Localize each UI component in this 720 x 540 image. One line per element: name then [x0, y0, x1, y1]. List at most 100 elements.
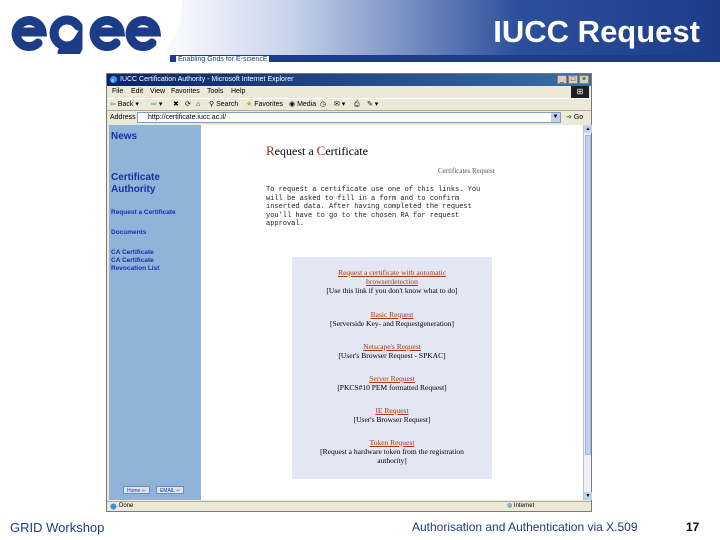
forward-arrow-icon: ⇨: [151, 101, 157, 108]
section-label: Certificates Request: [438, 167, 495, 175]
back-arrow-icon: ⇦: [110, 101, 116, 108]
instructions-line: you'll have to go to the chosen RA for r…: [266, 211, 460, 220]
sidebar-footer: Home ⇐ EMAIL ⇐: [123, 486, 185, 494]
footer-topic: Authorisation and Authentication via X.5…: [412, 520, 638, 534]
egee-logo: [11, 15, 162, 54]
heading-initial-r: R: [266, 143, 275, 158]
menu-view[interactable]: View: [150, 87, 165, 97]
status-bar: Done ◍ Internet: [107, 501, 591, 511]
request-options-panel: Request a certificate with automatic bro…: [292, 257, 492, 479]
request-netscape-link[interactable]: Netscape's Request: [292, 342, 492, 351]
page-number: 17: [686, 520, 700, 534]
address-dropdown-icon[interactable]: ▼: [551, 113, 560, 122]
request-basic-link[interactable]: Basic Request: [292, 310, 492, 319]
svg-text:e: e: [111, 77, 114, 84]
sidebar-item-documents[interactable]: Documents: [111, 229, 146, 236]
menu-tools[interactable]: Tools: [207, 87, 223, 97]
close-button[interactable]: ×: [579, 75, 589, 84]
go-button[interactable]: ➔ Go: [566, 113, 583, 122]
internet-explorer-icon: e: [109, 75, 118, 84]
forward-button[interactable]: ⇨ ▾: [151, 100, 162, 110]
page-viewport: News Certificate Authority Request a Cer…: [109, 125, 583, 500]
request-token: Token Request [Request a hardware token …: [292, 438, 492, 465]
request-auto-desc: [Use this link if you don't know what to…: [326, 286, 458, 295]
scroll-thumb[interactable]: [585, 135, 591, 455]
sidebar-item-ca-revocation-1[interactable]: CA Certificate: [111, 257, 154, 264]
edit-icon[interactable]: ✎ ▾: [367, 100, 378, 110]
address-input[interactable]: http://certificate.iucc.ac.il/ ▼: [137, 112, 561, 123]
mail-icon[interactable]: ✉ ▾: [334, 100, 345, 110]
stop-icon[interactable]: ✖: [173, 100, 179, 110]
security-zone: ◍ Internet: [507, 502, 534, 511]
home-label: Home: [127, 488, 141, 494]
request-basic: Basic Request [Serverside Key- and Reque…: [292, 310, 492, 328]
media-icon: ◉: [289, 101, 296, 108]
scroll-down-icon[interactable]: ▼: [584, 492, 592, 500]
instructions-line: inserted data. After having completed th…: [266, 203, 472, 211]
search-icon: ⚲: [209, 101, 215, 108]
sidebar-item-ca-revocation-2[interactable]: Revocation List: [111, 265, 159, 272]
status-text: Done: [119, 503, 134, 509]
heading-rest: ertificate: [325, 144, 368, 158]
request-netscape-desc: [User's Browser Request - SPKAC]: [338, 351, 446, 360]
vertical-scrollbar[interactable]: ▲ ▼: [583, 125, 592, 500]
sidebar: News Certificate Authority Request a Cer…: [109, 125, 201, 500]
request-auto: Request a certificate with automatic bro…: [292, 268, 492, 295]
minimize-button[interactable]: _: [557, 75, 567, 84]
address-label: Address: [110, 114, 136, 121]
instructions-line: To request a certificate use one of this…: [266, 186, 481, 194]
menu-help[interactable]: Help: [231, 87, 245, 97]
email-link[interactable]: EMAIL ⇐: [155, 486, 185, 494]
page-heading: Request a Certificate: [266, 143, 368, 159]
sidebar-item-certificate-authority-2[interactable]: Authority: [111, 184, 155, 195]
home-link[interactable]: Home ⇐: [123, 486, 150, 494]
history-icon[interactable]: ◷: [320, 100, 326, 110]
sidebar-item-certificate-authority-1[interactable]: Certificate: [111, 172, 160, 183]
instructions-line: will be asked to fill in a form and to c…: [266, 194, 460, 203]
request-server-desc: [PKCS#10 PEM formatted Request]: [337, 383, 447, 392]
slide-title: IUCC Request: [493, 14, 700, 49]
scroll-up-icon[interactable]: ▲: [584, 125, 592, 133]
menu-edit[interactable]: Edit: [131, 87, 143, 97]
print-icon[interactable]: ⎙: [354, 100, 360, 110]
menu-favorites[interactable]: Favorites: [171, 87, 200, 97]
right-arrow-icon: ⇐: [176, 488, 181, 494]
window-titlebar[interactable]: e IUCC Certification Authority - Microso…: [107, 74, 591, 86]
request-netscape: Netscape's Request [User's Browser Reque…: [292, 342, 492, 360]
favorites-button[interactable]: ★ Favorites: [246, 100, 283, 110]
left-arrow-icon: ⇐: [141, 488, 146, 494]
request-server-link[interactable]: Server Request: [292, 374, 492, 383]
media-label: Media: [297, 101, 317, 108]
content-area: Request a Certificate Certificates Reque…: [201, 125, 583, 500]
back-button[interactable]: ⇦ Back ▾: [110, 100, 139, 110]
browser-window: e IUCC Certification Authority - Microso…: [106, 73, 592, 512]
footer-workshop: GRID Workshop: [10, 520, 105, 535]
windows-logo-icon: ⊞: [571, 86, 589, 98]
favorites-label: Favorites: [254, 101, 284, 108]
sidebar-item-ca-certificate[interactable]: CA Certificate: [111, 249, 154, 256]
media-button[interactable]: ◉ Media: [289, 100, 316, 110]
request-auto-link-line2[interactable]: browserdetection: [292, 277, 492, 286]
zone-label: Internet: [513, 503, 535, 509]
search-button[interactable]: ⚲ Search: [209, 100, 238, 110]
maximize-button[interactable]: □: [568, 75, 578, 84]
request-basic-desc: [Serverside Key- and Requestgeneration]: [330, 319, 454, 328]
request-ie: IE Request [User's Browser Request]: [292, 406, 492, 424]
tagline: Enabling Grids for E-sciencE: [176, 56, 270, 64]
request-token-link[interactable]: Token Request: [292, 438, 492, 447]
request-server: Server Request [PKCS#10 PEM formatted Re…: [292, 374, 492, 392]
sidebar-item-news[interactable]: News: [111, 131, 137, 142]
go-arrow-icon: ➔: [566, 114, 572, 121]
menu-file[interactable]: File: [112, 87, 123, 97]
request-ie-link[interactable]: IE Request: [292, 406, 492, 415]
heading-middle: equest a: [274, 144, 317, 158]
request-auto-link-line1[interactable]: Request a certificate with automatic: [292, 268, 492, 277]
request-token-desc-line2: authority]: [377, 456, 407, 465]
home-icon[interactable]: ⌂: [196, 100, 200, 110]
sidebar-item-request-certificate[interactable]: Request a Certificate: [111, 209, 176, 216]
window-controls: _ □ ×: [557, 75, 589, 84]
email-label: EMAIL: [159, 488, 175, 494]
back-label: Back: [117, 101, 134, 108]
refresh-icon[interactable]: ⟳: [185, 100, 191, 110]
page-done-icon: [110, 503, 117, 510]
